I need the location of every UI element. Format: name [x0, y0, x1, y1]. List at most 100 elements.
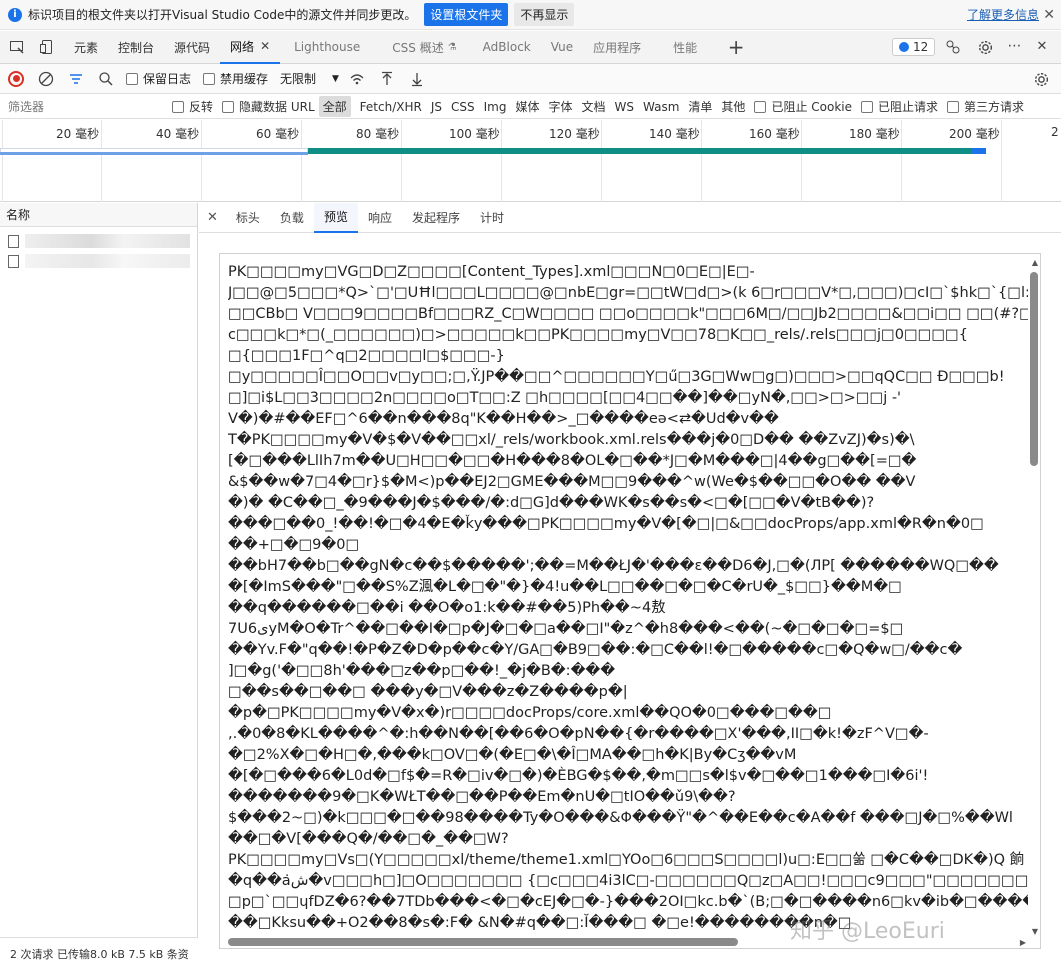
- tab-css-overview-label: CSS 概述: [392, 40, 444, 55]
- tab-performance[interactable]: 性能: [663, 31, 707, 64]
- network-settings-gear-icon[interactable]: [1032, 70, 1050, 88]
- tab-response[interactable]: 响应: [358, 203, 402, 233]
- timeline-tick-label: 160 毫秒: [749, 127, 800, 141]
- scroll-right-arrow-icon[interactable]: ▶: [1020, 938, 1026, 947]
- vertical-scrollbar[interactable]: [1030, 272, 1038, 466]
- request-row[interactable]: [0, 231, 197, 251]
- preview-line: ]□�g('�□□8h'���□z��p□��!_�j�B�:���: [228, 663, 616, 679]
- timeline-gridline: [601, 120, 602, 202]
- invert-checkbox[interactable]: 反转: [172, 98, 213, 115]
- set-root-folder-button[interactable]: 设置根文件夹: [424, 3, 509, 26]
- info-icon: i: [8, 7, 22, 22]
- filter-type-js[interactable]: JS: [431, 100, 442, 114]
- close-devtools-icon[interactable]: ✕: [1033, 37, 1051, 55]
- filter-type-font[interactable]: 字体: [548, 98, 572, 115]
- export-har-icon[interactable]: [409, 71, 425, 87]
- tab-console[interactable]: 控制台: [108, 31, 164, 64]
- timeline-tick-label: 60 毫秒: [256, 127, 300, 141]
- preview-line: �[�□���6�L0d�□f$�=R�□iv�□�)�ÈBG�$��,�m□□…: [228, 768, 929, 784]
- import-har-icon[interactable]: [379, 71, 395, 87]
- filter-type-all[interactable]: 全部: [318, 96, 351, 117]
- preserve-log-checkbox[interactable]: 保留日志: [126, 70, 191, 87]
- blocked-requests-label: 已阻止请求: [877, 100, 938, 114]
- tab-vue[interactable]: Vue: [541, 31, 583, 64]
- tab-application[interactable]: 应用程序: [583, 31, 651, 64]
- scroll-up-arrow-icon[interactable]: ▲: [1032, 258, 1038, 267]
- clear-icon[interactable]: [38, 71, 54, 87]
- tab-sources[interactable]: 源代码: [164, 31, 220, 64]
- tab-elements[interactable]: 元素: [64, 31, 108, 64]
- search-icon[interactable]: [98, 71, 114, 87]
- request-row[interactable]: [0, 251, 197, 271]
- third-party-checkbox[interactable]: 第三方请求: [947, 98, 1024, 115]
- tab-timing[interactable]: 计时: [470, 203, 514, 233]
- throttle-select[interactable]: 无限制 ▼: [280, 70, 339, 87]
- close-icon[interactable]: ✕: [260, 39, 270, 53]
- blocked-requests-checkbox[interactable]: 已阻止请求: [860, 98, 938, 115]
- timeline-tick-label: 120 毫秒: [549, 127, 600, 141]
- close-icon[interactable]: ✕: [1043, 7, 1055, 23]
- filter-type-css[interactable]: CSS: [451, 100, 475, 114]
- filter-bar: 筛选器 反转 隐藏数据 URL 全部 Fetch/XHR JS CSS Img …: [0, 95, 1061, 119]
- settings-gear-icon[interactable]: [976, 38, 994, 56]
- preview-line: 7U6یyM�O�Tr^��□��I�□p�J�□�□a��□I"�z^�h8�…: [228, 621, 904, 637]
- dont-show-again-button[interactable]: 不再显示: [514, 3, 575, 26]
- filter-type-ws[interactable]: WS: [615, 100, 634, 114]
- more-options-icon[interactable]: ⋯: [1006, 37, 1024, 55]
- horizontal-scrollbar[interactable]: [228, 938, 738, 946]
- preview-line: &$��w�7□4�□r}$�M<)p��EJ2□GME���M□□9���^w…: [228, 474, 916, 490]
- add-tab-icon[interactable]: +: [727, 35, 745, 59]
- filter-icon[interactable]: [68, 71, 84, 87]
- filter-type-other[interactable]: 其他: [721, 98, 745, 115]
- filter-type-media[interactable]: 媒体: [515, 98, 539, 115]
- response-preview[interactable]: PK□□□□my□VG□D□Z□□□□[Content_Types].xml□□…: [219, 253, 1041, 949]
- timeline-gridline: [401, 120, 402, 202]
- filter-input[interactable]: 筛选器: [0, 98, 172, 115]
- network-status-bar: 2 次请求 已传输8.0 kB 7.5 kB 条资: [0, 937, 198, 969]
- filter-type-manifest[interactable]: 清单: [688, 98, 712, 115]
- preview-line: �□2%X�□�H□�,���k□OV□�(�E□�\�Î□MA��□h�K|B…: [228, 747, 797, 763]
- preview-line: c□□□k□*□(_□□□□□□)□>□□□□□k□□PK□□□□my□V□□7…: [228, 327, 968, 343]
- tab-headers[interactable]: 标头: [226, 203, 270, 233]
- preview-line: �p�□PK□□□□my�V�x�)r□□□□docProps/core.xml…: [228, 705, 832, 721]
- disable-cache-checkbox[interactable]: 禁用缓存: [203, 70, 268, 87]
- issues-badge[interactable]: 12: [892, 38, 936, 56]
- tab-network[interactable]: 网络 ✕: [220, 31, 281, 64]
- timeline-gridline: [301, 120, 302, 202]
- zhihu-watermark: 知乎 @LeoEuri: [790, 919, 945, 944]
- close-icon[interactable]: ✕: [199, 210, 226, 225]
- filter-type-doc[interactable]: 文档: [582, 98, 606, 115]
- tab-css-overview[interactable]: CSS 概述 ⚗: [382, 31, 466, 64]
- tab-lighthouse[interactable]: Lighthouse: [284, 31, 370, 64]
- name-column-header[interactable]: 名称: [0, 203, 197, 227]
- tab-initiator[interactable]: 发起程序: [402, 203, 470, 233]
- preview-line: ��q������□��i ��O�o1:k��#��5)Ph��~4敖: [228, 600, 666, 616]
- binary-preview-text: PK□□□□my□VG□D□Z□□□□[Content_Types].xml□□…: [228, 262, 1028, 934]
- network-conditions-icon[interactable]: [349, 71, 365, 87]
- preview-line: ��bH7��b□��gN�c��$�����';��=M��ŁJ�'���ɛ�…: [228, 558, 999, 574]
- filter-type-img[interactable]: Img: [484, 100, 507, 114]
- record-icon[interactable]: [8, 70, 24, 87]
- filter-type-fetch-xhr[interactable]: Fetch/XHR: [360, 100, 422, 114]
- preview-line: □p□`□□ɥfDZ�6?��7TDb���<�□�cEJ�□�-}���2OI…: [228, 894, 1028, 910]
- third-party-label: 第三方请求: [964, 100, 1025, 114]
- device-emulation-icon[interactable]: [38, 38, 56, 56]
- timeline-overview[interactable]: 20 毫秒 40 毫秒 60 毫秒 80 毫秒 100 毫秒 120 毫秒 14…: [0, 120, 1061, 202]
- tab-adblock[interactable]: AdBlock: [473, 31, 541, 64]
- scroll-down-arrow-icon[interactable]: ▼: [1032, 927, 1038, 936]
- hide-data-url-checkbox[interactable]: 隐藏数据 URL: [222, 98, 315, 115]
- filter-type-wasm[interactable]: Wasm: [643, 100, 679, 114]
- preview-line: ��□�V[���Q�/��□�_��□W?: [228, 831, 509, 847]
- preview-line: □□CBb□ V□□□9□□□□Bf□□□RZ_C□W□□□□ □□o□□□□k…: [228, 306, 1028, 322]
- timeline-tick-label: 2: [1051, 125, 1059, 139]
- preview-line: ��Yv.F�"q��!�P�Z�D�p��c�Y/GA□�B9□��:�□C�…: [228, 642, 963, 658]
- hide-data-url-label: 隐藏数据 URL: [239, 100, 315, 114]
- connection-icon[interactable]: [944, 38, 962, 56]
- blocked-cookies-checkbox[interactable]: 已阻止 Cookie: [754, 98, 852, 115]
- learn-more-link[interactable]: 了解更多信息: [967, 6, 1039, 23]
- timeline-gridline: [901, 120, 902, 202]
- inspect-element-icon[interactable]: [8, 38, 26, 56]
- tab-payload[interactable]: 负载: [270, 203, 314, 233]
- tab-preview[interactable]: 预览: [313, 202, 358, 233]
- timeline-bar-end: [972, 148, 986, 154]
